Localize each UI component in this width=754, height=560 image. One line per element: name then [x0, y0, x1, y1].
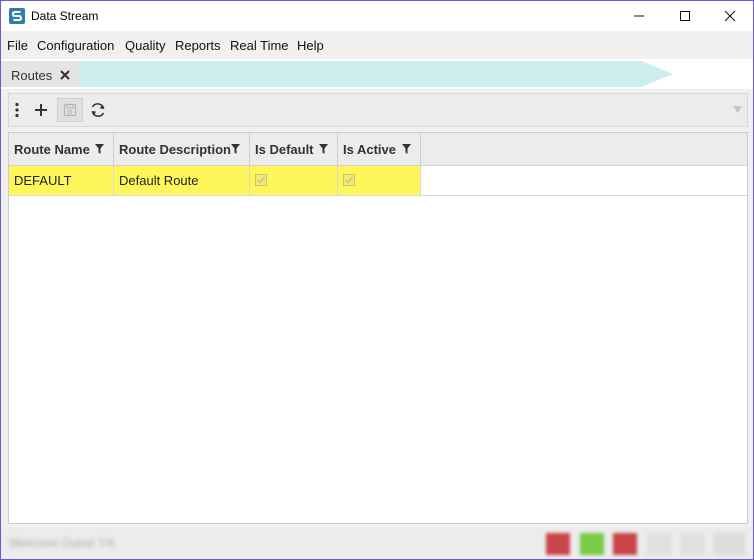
- routes-grid: Route Name Route Description Is Default …: [8, 132, 748, 524]
- app-logo-icon: [9, 8, 25, 24]
- status-indicator-idle-2: [681, 533, 705, 555]
- column-header-route-description[interactable]: Route Description: [114, 133, 250, 165]
- tab-strip-banner: [71, 61, 673, 87]
- title-bar[interactable]: Data Stream: [1, 1, 753, 31]
- tab-routes[interactable]: Routes: [1, 61, 79, 87]
- add-button[interactable]: [29, 98, 53, 122]
- refresh-button[interactable]: [86, 98, 110, 122]
- save-button[interactable]: [57, 98, 83, 122]
- column-label: Is Active: [343, 142, 396, 157]
- column-header-is-default[interactable]: Is Default: [250, 133, 338, 165]
- refresh-icon: [91, 103, 105, 117]
- is-active-checkbox[interactable]: [343, 174, 355, 186]
- cell-route-name[interactable]: DEFAULT: [9, 166, 114, 195]
- more-vertical-icon: [15, 102, 19, 118]
- status-indicator-green: [580, 533, 604, 555]
- save-icon: [63, 103, 77, 117]
- route-description-value: Default Route: [119, 173, 199, 188]
- column-label: Route Description: [119, 142, 231, 157]
- checkmark-icon: [257, 176, 266, 184]
- menu-configuration[interactable]: Configuration: [37, 38, 114, 53]
- status-indicator-idle: [647, 533, 671, 555]
- close-icon: [724, 10, 736, 22]
- filter-icon[interactable]: [95, 144, 104, 154]
- menu-file[interactable]: File: [7, 38, 28, 53]
- route-name-value: DEFAULT: [14, 173, 72, 188]
- cell-is-active[interactable]: [338, 166, 421, 195]
- app-window: Data Stream File Configuration Quality R…: [0, 0, 754, 560]
- close-window-button[interactable]: [707, 1, 753, 31]
- maximize-icon: [680, 11, 690, 21]
- menu-help[interactable]: Help: [297, 38, 324, 53]
- checkmark-icon: [345, 176, 354, 184]
- maximize-button[interactable]: [662, 1, 708, 31]
- menu-reports[interactable]: Reports: [175, 38, 221, 53]
- menu-quality[interactable]: Quality: [125, 38, 165, 53]
- table-row[interactable]: DEFAULT Default Route: [9, 166, 421, 196]
- tab-strip: Routes: [1, 59, 753, 89]
- column-label: Route Name: [14, 142, 90, 157]
- close-icon[interactable]: [59, 69, 71, 81]
- row-divider: [9, 195, 747, 196]
- menu-real-time[interactable]: Real Time: [230, 38, 289, 53]
- filter-icon[interactable]: [402, 144, 411, 154]
- more-options-button[interactable]: [9, 98, 25, 122]
- grid-toolbar: [8, 93, 748, 127]
- cell-route-description[interactable]: Default Route: [114, 166, 250, 195]
- chevron-down-icon[interactable]: [733, 106, 742, 113]
- grid-header: Route Name Route Description Is Default …: [9, 133, 747, 166]
- minimize-icon: [634, 15, 644, 17]
- status-indicator-idle-3: [713, 533, 745, 555]
- cell-is-default[interactable]: [250, 166, 338, 195]
- minimize-button[interactable]: [616, 1, 662, 31]
- status-bar: Welcome Guest 7/4: [1, 527, 753, 559]
- status-text: Welcome Guest 7/4: [9, 536, 115, 550]
- is-default-checkbox[interactable]: [255, 174, 267, 186]
- column-header-is-active[interactable]: Is Active: [338, 133, 421, 165]
- filter-icon[interactable]: [231, 144, 240, 154]
- tab-routes-label: Routes: [11, 68, 53, 83]
- menu-bar: File Configuration Quality Reports Real …: [1, 31, 753, 59]
- status-indicator-red-2: [613, 533, 637, 555]
- filter-icon[interactable]: [319, 144, 328, 154]
- column-label: Is Default: [255, 142, 314, 157]
- column-header-route-name[interactable]: Route Name: [9, 133, 114, 165]
- status-indicator-red: [546, 533, 570, 555]
- window-title: Data Stream: [31, 9, 99, 23]
- add-icon: [35, 104, 47, 116]
